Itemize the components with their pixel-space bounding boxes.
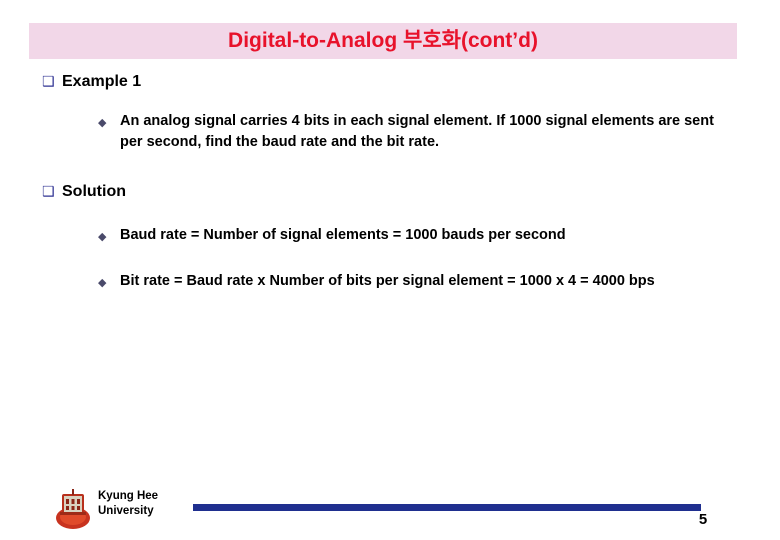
footer-rule: [193, 504, 701, 511]
bullet-solution-line-1: ◆ Baud rate = Number of signal elements …: [0, 225, 780, 246]
diamond-bullet-icon: ◆: [98, 116, 107, 129]
bullet-example-heading: ❑ Example 1: [0, 72, 780, 92]
university-logo-icon: [56, 489, 90, 529]
footer-organization: Kyung Hee University: [98, 489, 158, 519]
bullet-solution-heading: ❑ Solution: [0, 182, 780, 202]
bit-rate-text: Bit rate = Baud rate x Number of bits pe…: [120, 273, 655, 289]
page-title: Digital-to-Analog 부호화(cont’d): [228, 29, 538, 52]
footer-org-line2: University: [98, 505, 154, 517]
bullet-example-body: ◆ An analog signal carries 4 bits in eac…: [0, 111, 780, 153]
baud-rate-text: Baud rate = Number of signal elements = …: [120, 227, 566, 243]
slide-content: ❑ Example 1 ◆ An analog signal carries 4…: [0, 72, 780, 292]
square-bullet-icon: ❑: [42, 74, 55, 90]
example-body-text: An analog signal carries 4 bits in each …: [120, 113, 714, 150]
diamond-bullet-icon: ◆: [98, 276, 107, 289]
diamond-bullet-icon: ◆: [98, 230, 107, 243]
example-heading-label: Example 1: [62, 73, 142, 90]
title-banner: Digital-to-Analog 부호화(cont’d): [29, 23, 737, 59]
solution-heading-label: Solution: [62, 183, 126, 200]
slide-canvas: Digital-to-Analog 부호화(cont’d) ❑ Example …: [0, 0, 780, 540]
bullet-solution-line-2: ◆ Bit rate = Baud rate x Number of bits …: [0, 271, 780, 292]
square-bullet-icon: ❑: [42, 184, 55, 200]
footer-org-line1: Kyung Hee: [98, 490, 159, 502]
page-number: 5: [698, 511, 708, 528]
